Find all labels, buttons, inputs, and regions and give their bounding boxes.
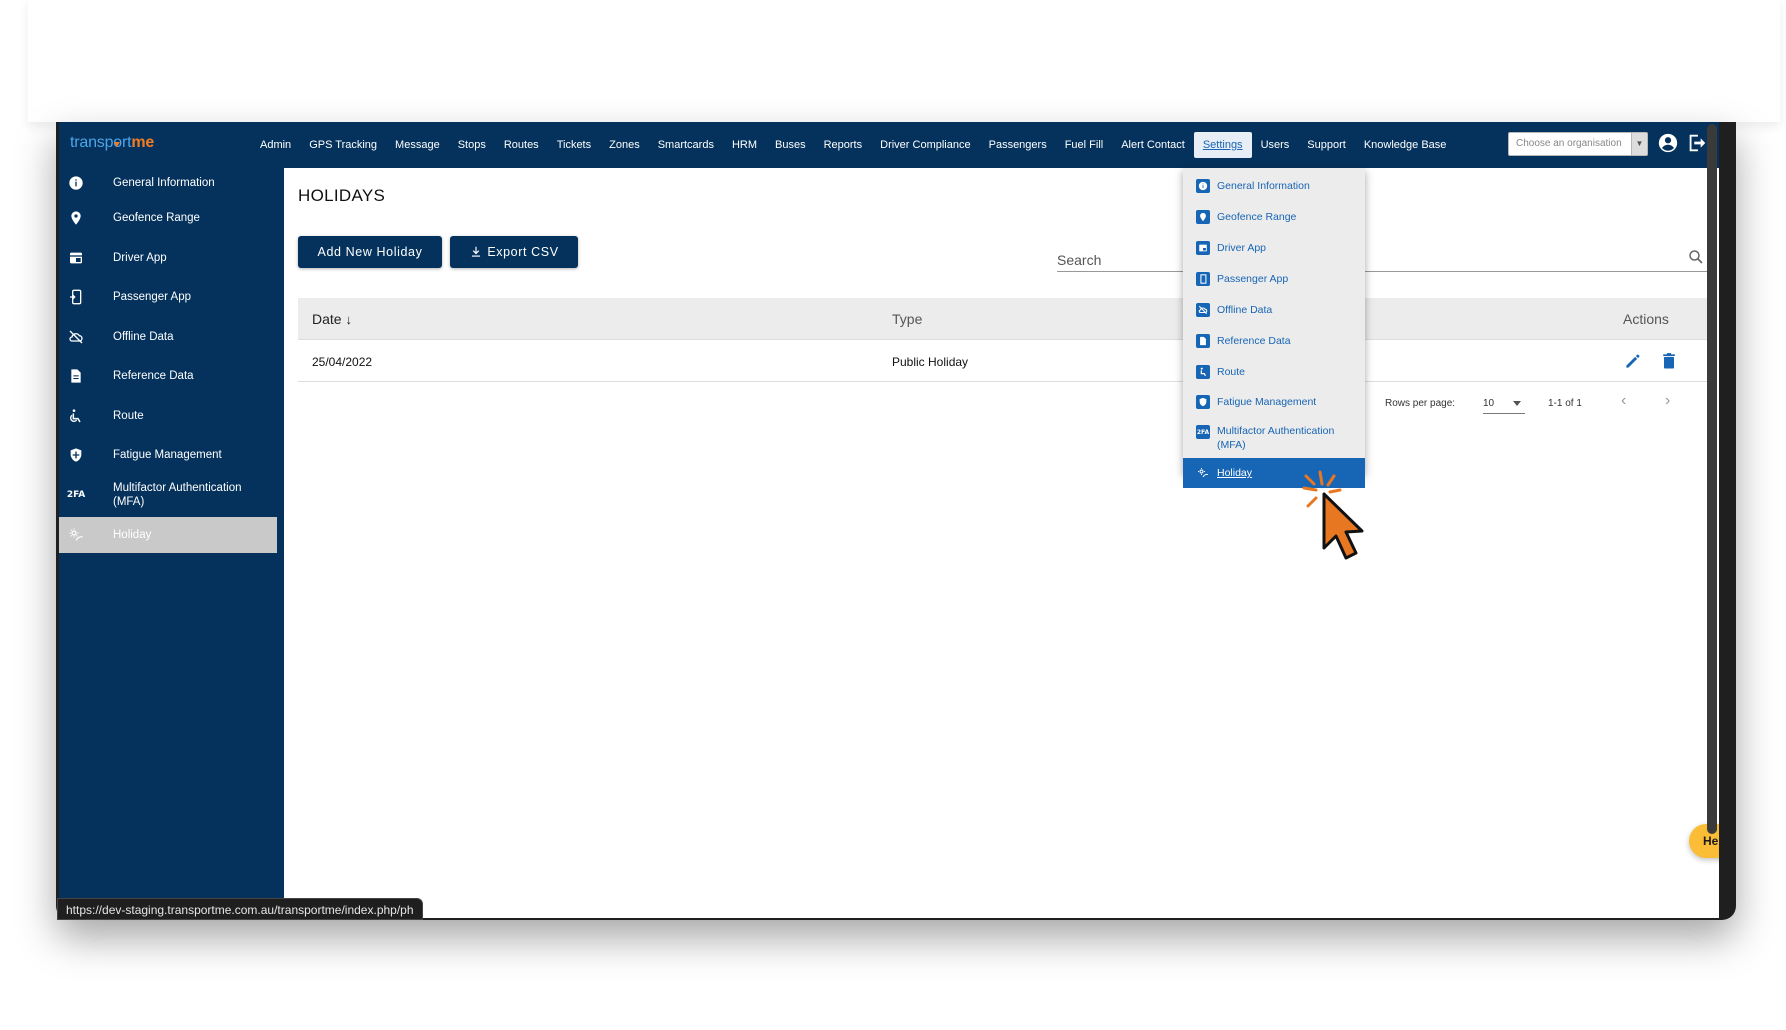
export-csv-button[interactable]: Export CSV: [450, 236, 578, 268]
sidebar-item-driver-app[interactable]: Driver App: [59, 240, 277, 276]
sidebar-item-passenger-app[interactable]: Passenger App: [59, 279, 277, 315]
main-content: HOLIDAYS Add New Holiday Export CSV Sear…: [284, 168, 1719, 918]
cloud-off-icon: [67, 328, 85, 346]
nav-driver-compliance[interactable]: Driver Compliance: [871, 132, 979, 158]
holiday-icon: [1196, 466, 1210, 480]
passenger-app-icon: [1196, 272, 1210, 286]
dropdown-item-mfa[interactable]: 2FA Multifactor Authentication (MFA): [1183, 420, 1365, 456]
row-type: Public Holiday: [892, 355, 969, 369]
table-row: 25/04/2022 Public Holiday: [298, 340, 1707, 382]
rows-per-page-label: Rows per page:: [1385, 398, 1456, 409]
dropdown-item-geofence-range[interactable]: Geofence Range: [1183, 205, 1365, 229]
click-cursor-icon: [1302, 470, 1364, 560]
dropdown-item-route[interactable]: Route: [1183, 360, 1365, 384]
logout-icon[interactable]: [1686, 132, 1708, 154]
nav-message[interactable]: Message: [386, 132, 449, 158]
browser-top-strip: [28, 0, 1780, 122]
nav-knowledge-base[interactable]: Knowledge Base: [1355, 132, 1456, 158]
add-new-holiday-button[interactable]: Add New Holiday: [298, 236, 442, 268]
nav-settings[interactable]: Settings: [1193, 132, 1252, 158]
pagination-range: 1-1 of 1: [1548, 398, 1582, 409]
nav-zones[interactable]: Zones: [600, 132, 649, 158]
dropdown-item-fatigue-management[interactable]: Fatigue Management: [1183, 390, 1365, 414]
app-screen: transpo rtme Admin GPS Tracking Message S…: [59, 122, 1719, 918]
sidebar-item-mfa[interactable]: 2FA Multifactor Authentication (MFA): [59, 477, 277, 513]
driver-app-icon: [67, 249, 85, 267]
download-icon: [472, 246, 481, 257]
dropdown-item-general-information[interactable]: General Information: [1183, 174, 1365, 198]
table-header: Date ↓ Type Actions: [298, 298, 1707, 340]
nav-fuel-fill[interactable]: Fuel Fill: [1056, 132, 1113, 158]
logo-o-pin-icon: o: [113, 134, 122, 151]
chevron-down-icon: ▼: [1631, 133, 1647, 155]
dropdown-item-passenger-app[interactable]: Passenger App: [1183, 267, 1365, 291]
shield-icon: [67, 446, 85, 464]
cloud-off-icon: [1196, 303, 1210, 317]
nav-admin[interactable]: Admin: [251, 132, 300, 158]
settings-sidebar: General Information Geofence Range Drive…: [59, 168, 284, 918]
driver-app-icon: [1196, 241, 1210, 255]
window-scrollbar[interactable]: [1707, 124, 1717, 834]
sidebar-item-fatigue-management[interactable]: Fatigue Management: [59, 437, 277, 473]
dropdown-item-driver-app[interactable]: Driver App: [1183, 236, 1365, 260]
edit-pencil-icon[interactable]: [1623, 351, 1643, 371]
passenger-app-icon: [67, 288, 85, 306]
transportme-logo[interactable]: transpo rtme: [70, 134, 154, 152]
browser-window: transpo rtme Admin GPS Tracking Message S…: [56, 122, 1736, 920]
info-icon: [1196, 179, 1210, 193]
sidebar-item-route[interactable]: Route: [59, 398, 277, 434]
main-nav: Admin GPS Tracking Message Stops Routes …: [251, 122, 1455, 168]
screenshot-stage: transpo rtme Admin GPS Tracking Message S…: [0, 0, 1786, 1030]
nav-smartcards[interactable]: Smartcards: [649, 132, 723, 158]
chevron-right-icon[interactable]: ›: [1665, 392, 1670, 410]
delete-trash-icon[interactable]: [1659, 351, 1679, 371]
dropdown-item-offline-data[interactable]: Offline Data: [1183, 298, 1365, 322]
arrow-down-icon: ↓: [345, 312, 352, 327]
row-date: 25/04/2022: [312, 355, 373, 369]
type-column-header: Type: [892, 311, 923, 327]
dropdown-item-reference-data[interactable]: Reference Data: [1183, 329, 1365, 353]
nav-tickets[interactable]: Tickets: [548, 132, 600, 158]
top-navbar: transpo rtme Admin GPS Tracking Message S…: [59, 122, 1719, 168]
document-icon: [67, 367, 85, 385]
actions-column-header: Actions: [1623, 311, 1669, 327]
nav-hrm[interactable]: HRM: [723, 132, 766, 158]
nav-users[interactable]: Users: [1252, 132, 1299, 158]
rows-per-page-select[interactable]: 10: [1483, 394, 1525, 414]
caret-down-icon: [1513, 401, 1521, 406]
sidebar-item-geofence-range[interactable]: Geofence Range: [59, 200, 277, 236]
nav-gps-tracking[interactable]: GPS Tracking: [300, 132, 386, 158]
url-status-bar: https://dev-staging.transportme.com.au/t…: [57, 898, 423, 920]
info-icon: [67, 174, 85, 192]
organisation-select[interactable]: Choose an organisation ▼: [1508, 132, 1648, 156]
chevron-left-icon[interactable]: ‹: [1621, 392, 1626, 410]
nav-passengers[interactable]: Passengers: [980, 132, 1056, 158]
nav-routes[interactable]: Routes: [495, 132, 548, 158]
nav-alert-contact[interactable]: Alert Contact: [1112, 132, 1194, 158]
settings-dropdown-menu: General Information Geofence Range Drive…: [1183, 168, 1365, 488]
page-title: HOLIDAYS: [298, 186, 386, 205]
search-icon[interactable]: [1687, 248, 1705, 266]
account-circle-icon[interactable]: [1657, 132, 1679, 154]
sidebar-item-holiday[interactable]: Holiday: [59, 517, 277, 553]
accessible-icon: [67, 407, 85, 425]
2fa-icon: 2FA: [66, 490, 86, 500]
map-pin-icon: [1196, 210, 1210, 224]
holiday-icon: [67, 526, 85, 544]
nav-reports[interactable]: Reports: [815, 132, 872, 158]
map-pin-icon: [67, 209, 85, 227]
nav-stops[interactable]: Stops: [449, 132, 495, 158]
2fa-icon: 2FA: [1196, 425, 1210, 439]
nav-buses[interactable]: Buses: [766, 132, 815, 158]
shield-icon: [1196, 395, 1210, 409]
nav-support[interactable]: Support: [1298, 132, 1355, 158]
document-icon: [1196, 334, 1210, 348]
date-column-header[interactable]: Date ↓: [312, 311, 352, 327]
accessible-icon: [1196, 365, 1210, 379]
sidebar-item-offline-data[interactable]: Offline Data: [59, 319, 277, 355]
sidebar-item-general-information[interactable]: General Information: [59, 165, 277, 201]
sidebar-item-reference-data[interactable]: Reference Data: [59, 358, 277, 394]
search-input[interactable]: Search: [1057, 242, 1707, 272]
